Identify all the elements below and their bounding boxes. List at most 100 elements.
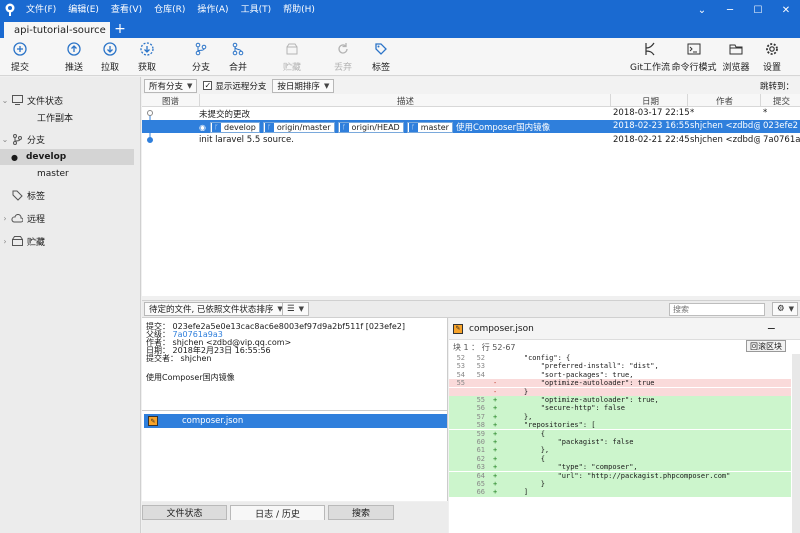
- diff-lines: 52 52 "config": {53 53 "preferred-install"…: [449, 354, 800, 533]
- sidebar-tags[interactable]: 标签: [0, 187, 140, 203]
- discard-hunk-button[interactable]: 回滚区块: [746, 340, 786, 352]
- branch-button[interactable]: 分支: [181, 41, 221, 73]
- menu-file[interactable]: 文件(F): [20, 0, 62, 20]
- tag-button[interactable]: 标签: [361, 41, 401, 73]
- sidebar-branch-master[interactable]: master: [0, 166, 140, 182]
- chevron-down-icon[interactable]: ⌄: [0, 96, 10, 105]
- diff-view: ✎ composer.json − 块 1 ： 行 52-67 回滚区块 52 5…: [449, 318, 800, 533]
- sidebar-file-status[interactable]: ⌄ 文件状态: [0, 92, 140, 108]
- commit-row-selected[interactable]: ◉ ᚴ develop ᚴ origin/master ᚴ origin/HEAD ᚴ…: [142, 120, 800, 133]
- remote-tag-icon: ᚴ: [339, 122, 349, 132]
- column-commit[interactable]: 提交: [773, 95, 790, 107]
- diff-line-text: "optimize-autoloader": true,: [507, 396, 659, 404]
- discard-button[interactable]: 丢弃: [323, 41, 363, 73]
- diff-line: 65 + }: [449, 480, 791, 489]
- push-button[interactable]: 推送: [54, 41, 94, 73]
- diff-line: 59 + {: [449, 429, 791, 438]
- commit-row[interactable]: 未提交的更改 2018-03-17 22:15 * *: [142, 107, 800, 120]
- menu-repository[interactable]: 仓库(R): [148, 0, 191, 20]
- show-remote-checkbox[interactable]: ✓ 显示远程分支: [203, 80, 266, 92]
- chevron-down-icon: ▼: [298, 305, 305, 313]
- diff-line-text: }: [507, 480, 545, 488]
- new-line-number: 52: [476, 354, 485, 362]
- commit-list-header: 图谱 描述 日期 作者 提交: [142, 94, 800, 107]
- gitflow-button[interactable]: Git工作流: [629, 41, 671, 73]
- branch-tag[interactable]: ᚴ develop: [209, 121, 260, 133]
- tab-search[interactable]: 搜索: [328, 505, 394, 520]
- chevron-down-icon[interactable]: ⌄: [0, 135, 10, 144]
- chevron-right-icon[interactable]: ›: [0, 214, 10, 223]
- commit-hash: *: [763, 108, 768, 118]
- new-line-number: 55: [476, 396, 485, 404]
- explorer-button[interactable]: 浏览器: [716, 41, 756, 73]
- collapse-icon[interactable]: −: [767, 322, 776, 335]
- tag-label: 标签: [371, 63, 390, 73]
- merge-button[interactable]: 合并: [218, 41, 258, 73]
- search-input[interactable]: [669, 303, 765, 316]
- remote-tag-label: origin/HEAD: [351, 122, 400, 132]
- file-sort-select[interactable]: 待定的文件, 已依照文件状态排序 ▼: [144, 302, 288, 316]
- stash-button[interactable]: 贮藏: [272, 41, 312, 73]
- modified-file-icon: ✎: [453, 323, 463, 334]
- remote-tag[interactable]: ᚴ origin/master: [262, 121, 335, 133]
- branch-tag-icon: ᚴ: [408, 122, 418, 132]
- diff-line: 60 + "packagist": false: [449, 438, 791, 447]
- menu-help[interactable]: 帮助(H): [277, 0, 321, 20]
- sort-select[interactable]: 按日期排序 ▼: [272, 78, 335, 93]
- column-date[interactable]: 日期: [642, 95, 659, 107]
- pull-button[interactable]: 拉取: [90, 41, 130, 73]
- close-button[interactable]: ✕: [772, 0, 800, 20]
- commit-list: 未提交的更改 2018-03-17 22:15 * * ◉ ᚴ develop ᚴ…: [142, 107, 800, 296]
- sidebar-branch-develop[interactable]: ● develop: [0, 149, 134, 165]
- diff-line: 62 + {: [449, 454, 791, 463]
- minimize-button[interactable]: ─: [716, 0, 744, 20]
- menu-view[interactable]: 查看(V): [105, 0, 148, 20]
- menu-edit[interactable]: 编辑(E): [62, 0, 105, 20]
- fetch-button[interactable]: 获取: [127, 41, 167, 73]
- menu-tools[interactable]: 工具(T): [235, 0, 278, 20]
- sidebar-working-copy[interactable]: 工作副本: [0, 109, 140, 125]
- remote-tag[interactable]: ᚴ origin/HEAD: [337, 121, 404, 133]
- add-tab-button[interactable]: +: [112, 20, 128, 38]
- show-remote-label: 显示远程分支: [215, 81, 267, 92]
- column-graph[interactable]: 图谱: [162, 95, 179, 107]
- maximize-button[interactable]: ☐: [744, 0, 772, 20]
- diff-line: 61 + },: [449, 446, 791, 455]
- sidebar-stashes[interactable]: › 贮藏: [0, 233, 140, 249]
- folder-icon: [728, 41, 744, 57]
- window-menu-icon[interactable]: ⌄: [688, 0, 716, 20]
- commit-button[interactable]: 提交: [0, 41, 40, 73]
- column-author[interactable]: 作者: [716, 95, 733, 107]
- sidebar-branches[interactable]: ⌄ 分支: [0, 131, 140, 147]
- diff-scrollbar[interactable]: [792, 354, 800, 533]
- settings-button[interactable]: 设置: [752, 41, 792, 73]
- branch-tag[interactable]: ᚴ master: [406, 121, 453, 133]
- diff-sign: +: [493, 446, 498, 455]
- diff-line-text: "type": "composer",: [507, 463, 638, 472]
- chevron-right-icon[interactable]: ›: [0, 237, 10, 246]
- diff-sign: +: [493, 488, 498, 497]
- modified-file-icon: ✎: [148, 416, 158, 426]
- diff-sign: +: [493, 404, 498, 413]
- branch-icon: [10, 133, 24, 145]
- file-pane-toolbar: 待定的文件, 已依照文件状态排序▼ ☰▼ ⚙▼: [142, 300, 800, 318]
- options-menu-button[interactable]: ⚙ ▼: [772, 302, 798, 316]
- tab-repository[interactable]: api-tutorial-source: [4, 22, 110, 38]
- view-mode-select[interactable]: ☰ ▼: [282, 302, 310, 316]
- branch-filter-select[interactable]: 所有分支 ▼: [144, 78, 198, 93]
- menu-actions[interactable]: 操作(A): [191, 0, 234, 20]
- diff-sign: -: [493, 379, 498, 388]
- sidebar-remotes[interactable]: › 远程: [0, 210, 140, 226]
- branch-filter-value: 所有分支: [149, 81, 184, 92]
- jump-to-label[interactable]: 跳转到：: [760, 80, 794, 92]
- column-description[interactable]: 描述: [397, 95, 414, 107]
- new-line-number: 59: [476, 429, 485, 438]
- tab-log-history[interactable]: 日志 / 历史: [230, 505, 325, 520]
- commit-row[interactable]: init laravel 5.5 source. 2018-02-21 22:4…: [142, 134, 800, 147]
- file-row-selected[interactable]: ✎ composer.json: [144, 414, 447, 428]
- tab-file-status[interactable]: 文件状态: [142, 505, 227, 520]
- new-line-number: 60: [476, 438, 485, 446]
- title-bar: 文件(F) 编辑(E) 查看(V) 仓库(R) 操作(A) 工具(T) 帮助(H…: [0, 0, 800, 20]
- commit-hash: 023efe2: [763, 121, 799, 131]
- terminal-button[interactable]: 命令行模式: [672, 41, 717, 73]
